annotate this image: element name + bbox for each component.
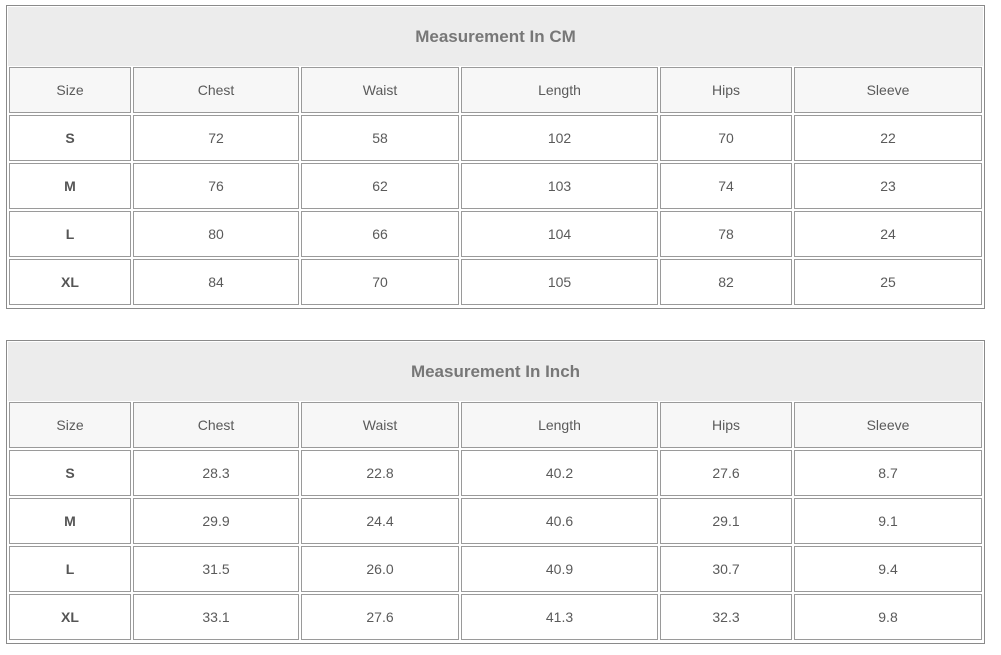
- measurement-cell-sleeve: 22: [794, 115, 982, 161]
- measurement-cell-hips: 27.6: [660, 450, 792, 496]
- measurement-cell-waist: 26.0: [301, 546, 459, 592]
- measurement-cell-length: 40.2: [461, 450, 658, 496]
- measurement-cell-length: 40.9: [461, 546, 658, 592]
- size-label: S: [9, 115, 131, 161]
- column-header-length: Length: [461, 402, 658, 448]
- measurement-cell-chest: 84: [133, 259, 299, 305]
- measurement-cell-chest: 33.1: [133, 594, 299, 640]
- measurement-cell-sleeve: 8.7: [794, 450, 982, 496]
- measurement-cell-hips: 82: [660, 259, 792, 305]
- measurement-cell-waist: 27.6: [301, 594, 459, 640]
- measurement-cell-chest: 29.9: [133, 498, 299, 544]
- measurement-cell-chest: 76: [133, 163, 299, 209]
- measurement-cell-hips: 30.7: [660, 546, 792, 592]
- column-header-sleeve: Sleeve: [794, 402, 982, 448]
- column-header-chest: Chest: [133, 67, 299, 113]
- measurement-cell-sleeve: 9.1: [794, 498, 982, 544]
- measurement-cell-hips: 29.1: [660, 498, 792, 544]
- size-label: XL: [9, 594, 131, 640]
- size-label: M: [9, 163, 131, 209]
- measurement-cell-sleeve: 9.4: [794, 546, 982, 592]
- measurement-cell-length: 41.3: [461, 594, 658, 640]
- size-label: S: [9, 450, 131, 496]
- column-header-waist: Waist: [301, 67, 459, 113]
- table-title: Measurement In Inch: [8, 342, 983, 401]
- size-chart-cm: Measurement In CM Size Chest Waist Length Hi…: [6, 5, 985, 309]
- measurement-cell-waist: 62: [301, 163, 459, 209]
- column-header-size: Size: [9, 67, 131, 113]
- measurement-cell-chest: 72: [133, 115, 299, 161]
- measurement-cell-hips: 70: [660, 115, 792, 161]
- measurement-cell-sleeve: 23: [794, 163, 982, 209]
- measurement-cell-waist: 66: [301, 211, 459, 257]
- measurement-cell-chest: 31.5: [133, 546, 299, 592]
- measurement-cell-hips: 78: [660, 211, 792, 257]
- size-label: L: [9, 546, 131, 592]
- column-header-sleeve: Sleeve: [794, 67, 982, 113]
- measurement-cell-chest: 80: [133, 211, 299, 257]
- column-header-size: Size: [9, 402, 131, 448]
- column-header-hips: Hips: [660, 67, 792, 113]
- measurement-cell-sleeve: 24: [794, 211, 982, 257]
- measurement-cell-length: 103: [461, 163, 658, 209]
- measurement-cell-waist: 22.8: [301, 450, 459, 496]
- table-title: Measurement In CM: [8, 7, 983, 66]
- measurement-cell-length: 105: [461, 259, 658, 305]
- size-label: M: [9, 498, 131, 544]
- measurement-cell-waist: 24.4: [301, 498, 459, 544]
- size-label: XL: [9, 259, 131, 305]
- measurement-cell-length: 102: [461, 115, 658, 161]
- column-header-length: Length: [461, 67, 658, 113]
- measurement-cell-hips: 32.3: [660, 594, 792, 640]
- size-label: L: [9, 211, 131, 257]
- size-chart-inch: Measurement In Inch Size Chest Waist Length…: [6, 340, 985, 644]
- column-header-chest: Chest: [133, 402, 299, 448]
- measurement-cell-sleeve: 25: [794, 259, 982, 305]
- column-header-hips: Hips: [660, 402, 792, 448]
- measurement-cell-length: 104: [461, 211, 658, 257]
- measurement-cell-chest: 28.3: [133, 450, 299, 496]
- measurement-cell-hips: 74: [660, 163, 792, 209]
- column-header-waist: Waist: [301, 402, 459, 448]
- measurement-cell-waist: 70: [301, 259, 459, 305]
- measurement-cell-waist: 58: [301, 115, 459, 161]
- measurement-cell-length: 40.6: [461, 498, 658, 544]
- measurement-cell-sleeve: 9.8: [794, 594, 982, 640]
